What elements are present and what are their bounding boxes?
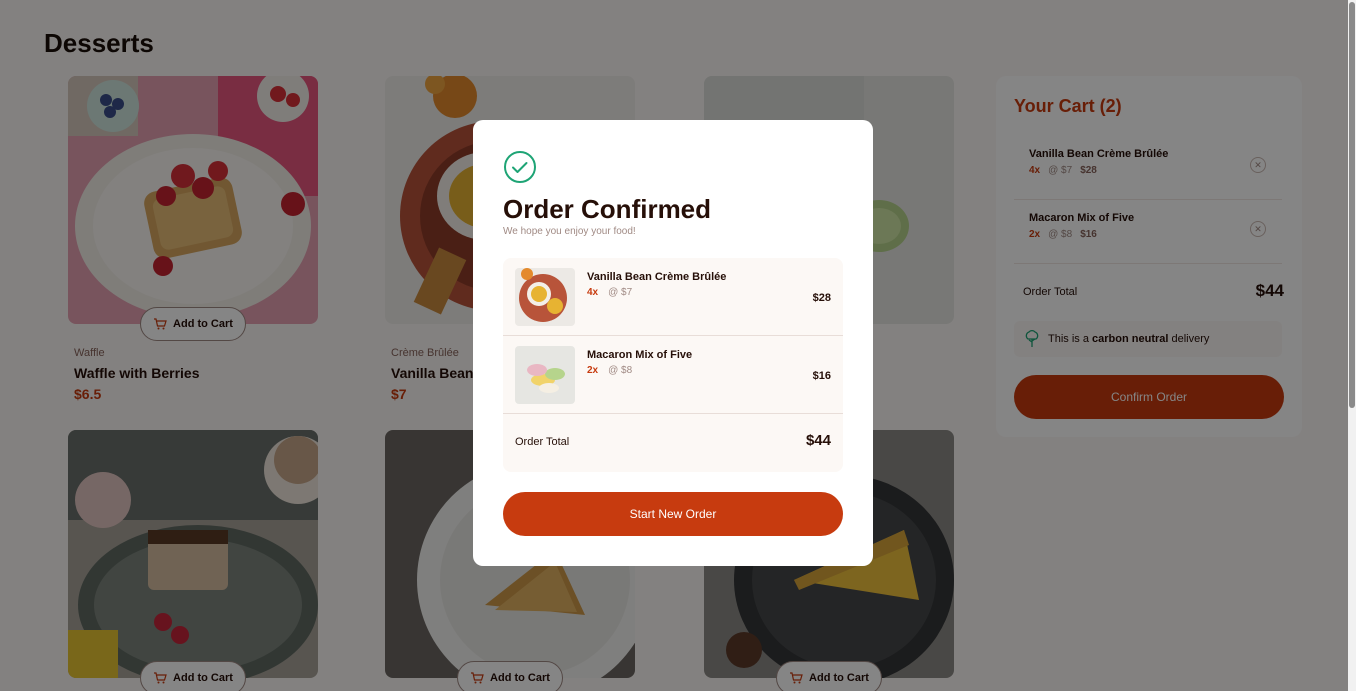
order-item-unit-price: @ $8 [608,365,633,376]
modal-title: Order Confirmed [503,194,712,224]
order-item-meta: 2x @ $8 [587,365,632,376]
order-item-qty: 2x [587,365,599,376]
order-item-meta: 4x @ $7 [587,287,632,298]
order-item-name: Vanilla Bean Crème Brûlée [587,271,727,283]
order-item-subtotal: $28 [812,292,831,304]
order-item-thumbnail [515,346,575,404]
modal-subtitle: We hope you enjoy your food! [503,226,636,237]
order-item-name: Macaron Mix of Five [587,349,693,361]
order-item-subtotal: $16 [812,370,831,382]
order-total-label: Order Total [515,436,570,448]
order-confirmed-modal: Order Confirmed We hope you enjoy your f… [473,120,873,566]
order-item: Macaron Mix of Five 2x @ $8 $16 [503,336,843,414]
order-total-value: $44 [805,432,831,449]
order-item-unit-price: @ $7 [608,287,633,298]
start-new-order-button[interactable]: Start New Order [503,492,843,536]
check-circle-icon [504,151,536,183]
scrollbar-thumb[interactable] [1349,2,1355,408]
scrollbar[interactable] [1348,0,1356,691]
order-item: Vanilla Bean Crème Brûlée 4x @ $7 $28 [503,258,843,336]
order-summary: Vanilla Bean Crème Brûlée 4x @ $7 $28 Ma… [503,258,843,472]
order-item-qty: 4x [587,287,599,298]
order-item-thumbnail [515,268,575,326]
